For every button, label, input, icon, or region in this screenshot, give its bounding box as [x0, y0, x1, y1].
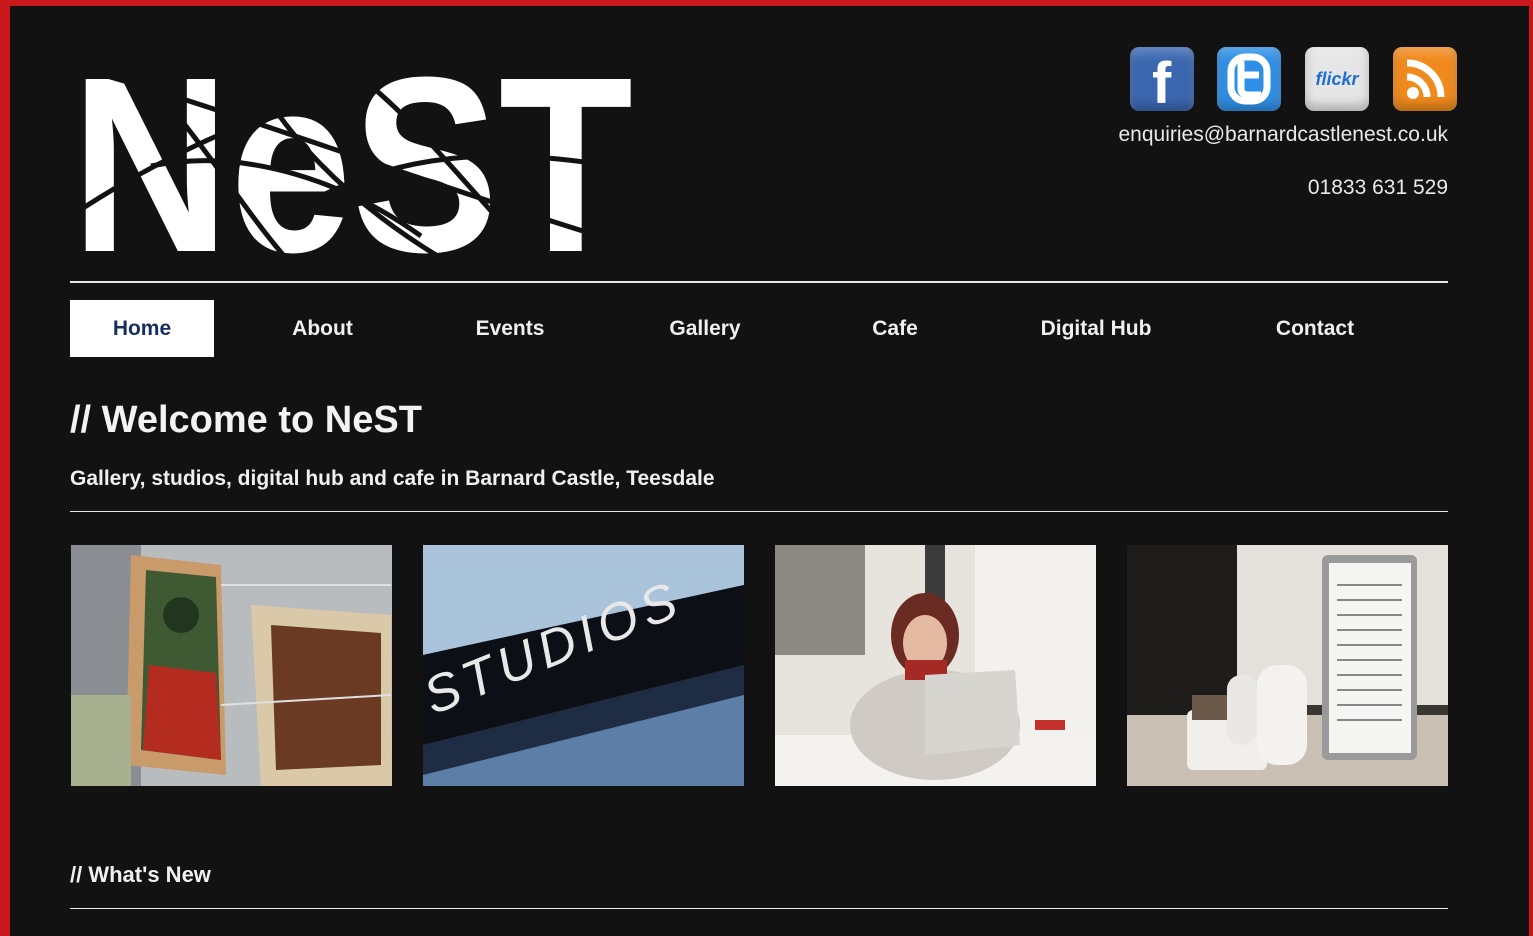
nav-item-events[interactable]: Events — [455, 300, 565, 357]
main-nav: Home About Events Gallery Cafe Digital H… — [70, 300, 1448, 357]
twitter-icon[interactable] — [1217, 47, 1281, 111]
nav-item-digital-hub[interactable]: Digital Hub — [1015, 300, 1177, 357]
rss-icon[interactable] — [1393, 47, 1457, 111]
flickr-icon[interactable]: flickr — [1305, 47, 1369, 111]
nav-item-contact[interactable]: Contact — [1250, 300, 1380, 357]
title-divider — [70, 511, 1448, 512]
studios-sign-photo[interactable]: STUDIOS — [423, 545, 744, 786]
facebook-icon[interactable]: f — [1130, 47, 1194, 111]
contact-phone: 01833 631 529 — [1307, 176, 1448, 199]
nav-item-home[interactable]: Home — [70, 300, 214, 357]
facebook-glyph: f — [1152, 51, 1172, 111]
contact-email[interactable]: enquiries@barnardcastlenest.co.uk — [1119, 123, 1449, 147]
header-divider — [70, 281, 1448, 283]
whats-new-heading: // What's New — [70, 862, 211, 887]
page-tagline: Gallery, studios, digital hub and cafe i… — [70, 467, 715, 490]
postcards-photo[interactable] — [71, 545, 392, 786]
whats-new-divider — [70, 908, 1448, 909]
nest-logo[interactable]: NeST — [69, 25, 636, 304]
woman-laptop-photo[interactable] — [775, 545, 1096, 786]
page-title: // Welcome to NeST — [70, 399, 422, 441]
page-frame: NeST f flickr enquiries@barnardcastlenes… — [10, 6, 1529, 936]
cafe-table-photo[interactable] — [1127, 545, 1448, 786]
nav-item-gallery[interactable]: Gallery — [650, 300, 760, 357]
flickr-glyph: flickr — [1315, 69, 1359, 89]
nav-item-cafe[interactable]: Cafe — [840, 300, 950, 357]
nav-item-about[interactable]: About — [270, 300, 375, 357]
